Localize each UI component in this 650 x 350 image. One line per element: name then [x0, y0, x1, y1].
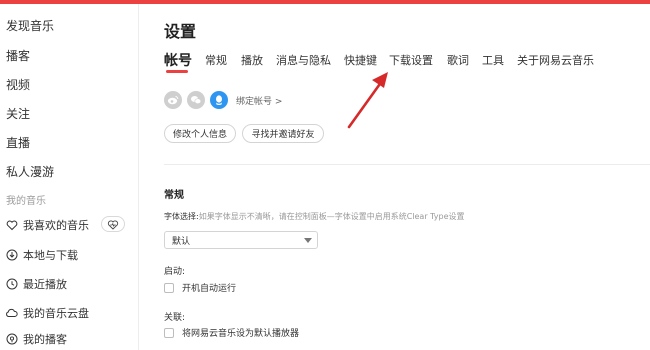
cloud-icon [5, 307, 18, 320]
sidebar-item-live[interactable]: 直播 [6, 134, 30, 151]
tab-lyrics[interactable]: 歌词 [447, 52, 469, 68]
podcast-icon [5, 333, 18, 346]
sidebar-item-cloud-disk[interactable]: 我的音乐云盘 [5, 305, 89, 321]
download-icon [5, 249, 18, 262]
sidebar-item-podcast[interactable]: 播客 [6, 47, 30, 64]
sidebar: 发现音乐 播客 视频 关注 直播 私人漫游 我的音乐 我喜欢的音乐 本地与下载 … [0, 4, 139, 350]
startup-checkbox[interactable] [164, 282, 174, 293]
font-hint-text: 如果字体显示不清晰，请在控制面板—字体设置中启用系统Clear Type设置 [198, 212, 465, 221]
qq-icon[interactable] [210, 91, 228, 109]
edit-profile-button[interactable]: 修改个人信息 [164, 124, 236, 143]
association-label: 关联: [164, 313, 186, 323]
clock-icon [5, 278, 18, 291]
tab-message-privacy[interactable]: 消息与隐私 [276, 52, 331, 68]
my-music-section-label: 我的音乐 [6, 196, 46, 207]
sidebar-item-private-fm[interactable]: 私人漫游 [6, 163, 54, 180]
sidebar-item-label: 本地与下载 [23, 249, 78, 262]
tab-account[interactable]: 帐号 [164, 50, 192, 70]
general-section-title: 常规 [164, 190, 184, 201]
section-divider [164, 164, 650, 165]
bind-account-link[interactable]: 绑定帐号 > [236, 94, 282, 107]
sidebar-item-label: 我的音乐云盘 [23, 307, 89, 320]
sidebar-item-local-download[interactable]: 本地与下载 [5, 247, 78, 263]
tab-download-settings[interactable]: 下载设置 [389, 52, 433, 68]
sidebar-item-discover[interactable]: 发现音乐 [6, 17, 54, 34]
font-select-row: 字体选择:如果字体显示不清晰，请在控制面板—字体设置中启用系统Clear Typ… [164, 211, 465, 222]
association-checkbox-row[interactable]: 将网易云音乐设为默认播放器 [164, 326, 299, 339]
startup-checkbox-row[interactable]: 开机自动运行 [164, 281, 236, 294]
tab-tools[interactable]: 工具 [482, 52, 504, 68]
chevron-down-icon [304, 238, 312, 243]
heartbeat-mode-icon [107, 215, 119, 234]
tab-general[interactable]: 常规 [205, 52, 227, 68]
sidebar-item-label: 我喜欢的音乐 [23, 219, 89, 232]
sidebar-item-follow[interactable]: 关注 [6, 105, 30, 122]
invite-friends-button[interactable]: 寻找并邀请好友 [242, 124, 324, 143]
tab-playback[interactable]: 播放 [241, 52, 263, 68]
heart-icon [5, 219, 18, 232]
settings-main: 设置 帐号 常规 播放 消息与隐私 快捷键 下载设置 歌词 工具 关于网易云音乐… [140, 4, 650, 350]
default-player-checkbox[interactable] [164, 327, 174, 338]
social-accounts-row: 绑定帐号 > [164, 91, 282, 109]
weibo-icon[interactable] [164, 91, 182, 109]
wechat-icon[interactable] [187, 91, 205, 109]
startup-checkbox-label: 开机自动运行 [182, 284, 237, 294]
startup-label: 启动: [164, 267, 186, 277]
sidebar-item-label: 最近播放 [23, 278, 67, 291]
sidebar-item-video[interactable]: 视频 [6, 76, 30, 93]
default-player-checkbox-label: 将网易云音乐设为默认播放器 [182, 329, 300, 339]
font-select-dropdown[interactable]: 默认 [164, 231, 318, 249]
font-select-label: 字体选择: [164, 212, 199, 221]
heartbeat-mode-button[interactable] [101, 216, 125, 232]
sidebar-item-liked-music[interactable]: 我喜欢的音乐 [5, 217, 89, 233]
page-title: 设置 [164, 22, 197, 41]
tab-shortcuts[interactable]: 快捷键 [344, 52, 377, 68]
active-tab-indicator [166, 70, 188, 73]
font-select-value: 默认 [172, 236, 191, 247]
sidebar-item-recent-play[interactable]: 最近播放 [5, 276, 67, 292]
tab-about[interactable]: 关于网易云音乐 [517, 52, 594, 68]
sidebar-item-my-podcast[interactable]: 我的播客 [5, 331, 67, 347]
sidebar-item-label: 我的播客 [23, 333, 67, 346]
